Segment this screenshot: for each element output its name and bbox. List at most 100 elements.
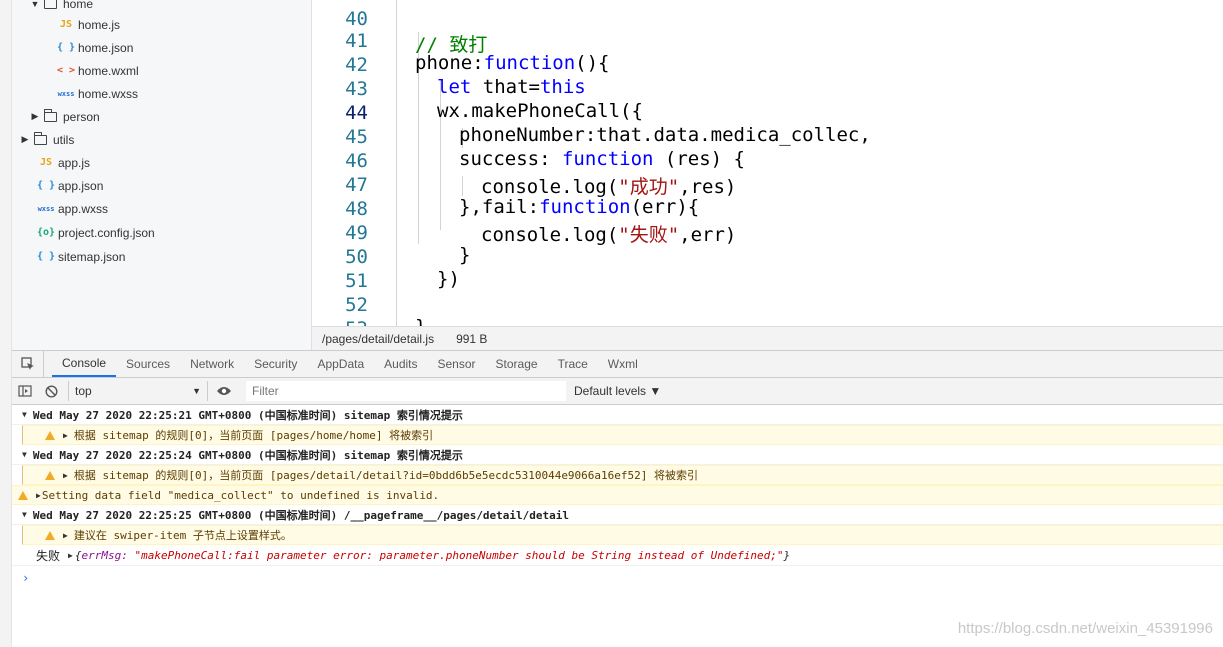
tree-file-home-wxss[interactable]: wxss home.wxss [56,82,138,105]
console-warning[interactable]: ▶ 建议在 swiper-item 子节点上设置样式。 [22,525,1223,545]
tab-security[interactable]: Security [244,351,307,377]
clear-console-icon[interactable] [38,384,64,398]
console-group-header[interactable]: ▼ Wed May 27 2020 22:25:25 GMT+0800 (中国标… [12,505,1223,525]
object-value: "makePhoneCall:fail parameter error: par… [134,549,784,562]
code-line: 45 success: function (res) { [312,104,1223,170]
tab-trace[interactable]: Trace [548,351,598,377]
config-file-icon: {o} [36,227,56,238]
file-tree: ▼ home JS home.js { } home.json < > home… [12,0,312,350]
tree-item-label: app.json [58,178,104,193]
context-select[interactable]: top ▼ [68,381,208,401]
console-toolbar: top ▼ Default levels ▼ [12,378,1223,405]
js-file-icon: JS [39,157,53,168]
tab-sensor[interactable]: Sensor [428,351,486,377]
log-object: {errMsg: "makePhoneCall:fail parameter e… [74,549,791,562]
activity-bar [0,0,12,647]
chevron-right-icon: ▶ [63,470,68,480]
log-text: 根据 sitemap 的规则[0]，当前页面 [pages/home/home]… [73,429,434,442]
wxss-file-icon: wxss [37,204,55,213]
warning-icon [18,490,28,500]
chevron-right-icon: ▶ [21,134,29,144]
console-prompt[interactable]: › [22,571,29,585]
warning-icon [45,430,55,440]
code-line: 48 console.log("失败",err) [312,176,1223,246]
chevron-down-icon: ▼ [22,510,27,519]
code-line: 52 } [312,272,1223,326]
tree-file-app-js[interactable]: JS app.js [36,151,90,174]
tab-storage[interactable]: Storage [486,351,548,377]
tree-item-label: home [63,0,94,11]
console-group-header[interactable]: ▼ Wed May 27 2020 22:25:24 GMT+0800 (中国标… [12,445,1223,465]
file-size: 991 B [456,331,488,346]
eye-icon[interactable] [208,386,240,396]
watermark: https://blog.csdn.net/weixin_45391996 [957,620,1213,637]
tab-wxml[interactable]: Wxml [598,351,648,377]
devtools-tabbar: Console Sources Network Security AppData… [12,350,1223,378]
tab-audits[interactable]: Audits [374,351,427,377]
tree-file-home-js[interactable]: JS home.js [56,13,120,36]
tree-item-label: sitemap.json [58,249,126,264]
log-text: Wed May 27 2020 22:25:24 GMT+0800 (中国标准时… [32,448,463,462]
console-log-entry[interactable]: 失败 ▶ {errMsg: "makePhoneCall:fail parame… [12,546,1223,566]
code-line: 51 [312,248,1223,292]
object-key: errMsg: [81,549,128,562]
chevron-right-icon: ▶ [31,111,39,121]
console-group-header[interactable]: ▼ Wed May 27 2020 22:25:21 GMT+0800 (中国标… [12,405,1223,425]
file-path: /pages/detail/detail.js [322,331,435,346]
tree-item-label: person [63,109,100,124]
code-editor[interactable]: 40 // 致打 41 phone:function(){ 42 let tha… [312,0,1223,326]
tree-file-home-json[interactable]: { } home.json [56,36,133,59]
wxss-file-icon: wxss [57,89,75,98]
tree-file-app-wxss[interactable]: wxss app.wxss [36,197,108,220]
log-prefix: 失败 [36,549,61,563]
tree-item-label: home.wxml [78,63,139,78]
chevron-down-icon: ▼ [22,450,27,459]
tree-item-label: app.js [58,155,91,170]
chevron-down-icon: ▼ [30,0,40,9]
tree-file-home-wxml[interactable]: < > home.wxml [56,59,139,82]
tree-file-project-config[interactable]: {o} project.config.json [36,221,155,244]
tab-console[interactable]: Console [52,351,117,377]
tab-network[interactable]: Network [180,351,244,377]
inspect-element-icon[interactable] [12,351,44,377]
folder-open-icon [44,0,57,9]
log-levels-dropdown[interactable]: Default levels ▼ [574,384,661,398]
chevron-down-icon: ▼ [22,410,27,419]
tab-sources[interactable]: Sources [116,351,180,377]
warning-icon [45,470,55,480]
folder-icon [34,131,47,145]
json-file-icon: { } [36,180,56,191]
dropdown-arrow-icon: ▼ [192,386,201,396]
tree-file-sitemap[interactable]: { } sitemap.json [36,245,125,268]
code-line: 47 },fail:function(err){ [312,152,1223,218]
filter-input[interactable] [246,381,566,401]
log-text: Wed May 27 2020 22:25:25 GMT+0800 (中国标准时… [32,508,570,522]
code-line-active: 44 phoneNumber:that.data.medica_collec, [312,80,1223,146]
code-line: 42 let that=this [312,32,1223,98]
tree-item-label: home.json [78,40,134,55]
wxml-file-icon: < > [56,65,76,76]
console-warning[interactable]: ▶ 根据 sitemap 的规则[0]，当前页面 [pages/detail/d… [22,465,1223,485]
tree-item-label: utils [53,132,75,147]
warning-icon [45,530,55,540]
sidebar-toggle-icon[interactable] [12,385,38,397]
tree-folder-utils[interactable]: ▶ utils [20,128,74,151]
code-line: 43 wx.makePhoneCall({ [312,56,1223,122]
chevron-right-icon: ▶ [63,430,68,440]
log-text: 根据 sitemap 的规则[0]，当前页面 [pages/detail/det… [73,469,699,482]
log-text: 建议在 swiper-item 子节点上设置样式。 [73,529,292,542]
console-warning[interactable]: ▶ Setting data field "medica_collect" to… [12,485,1223,505]
tree-item-label: home.wxss [78,86,139,101]
code-line: 50 }) [312,224,1223,290]
console-output: ▼ Wed May 27 2020 22:25:21 GMT+0800 (中国标… [12,405,1223,647]
context-value: top [75,384,92,398]
js-file-icon: JS [59,19,73,30]
tab-appdata[interactable]: AppData [307,351,374,377]
tree-item-label: app.wxss [58,201,109,216]
tree-file-app-json[interactable]: { } app.json [36,174,103,197]
console-warning[interactable]: ▶ 根据 sitemap 的规则[0]，当前页面 [pages/home/hom… [22,425,1223,445]
chevron-right-icon: ▶ [63,530,68,540]
code-line: 53 [312,296,1223,326]
chevron-right-icon: ▶ [68,551,73,560]
tree-folder-person[interactable]: ▶ person [30,105,100,128]
